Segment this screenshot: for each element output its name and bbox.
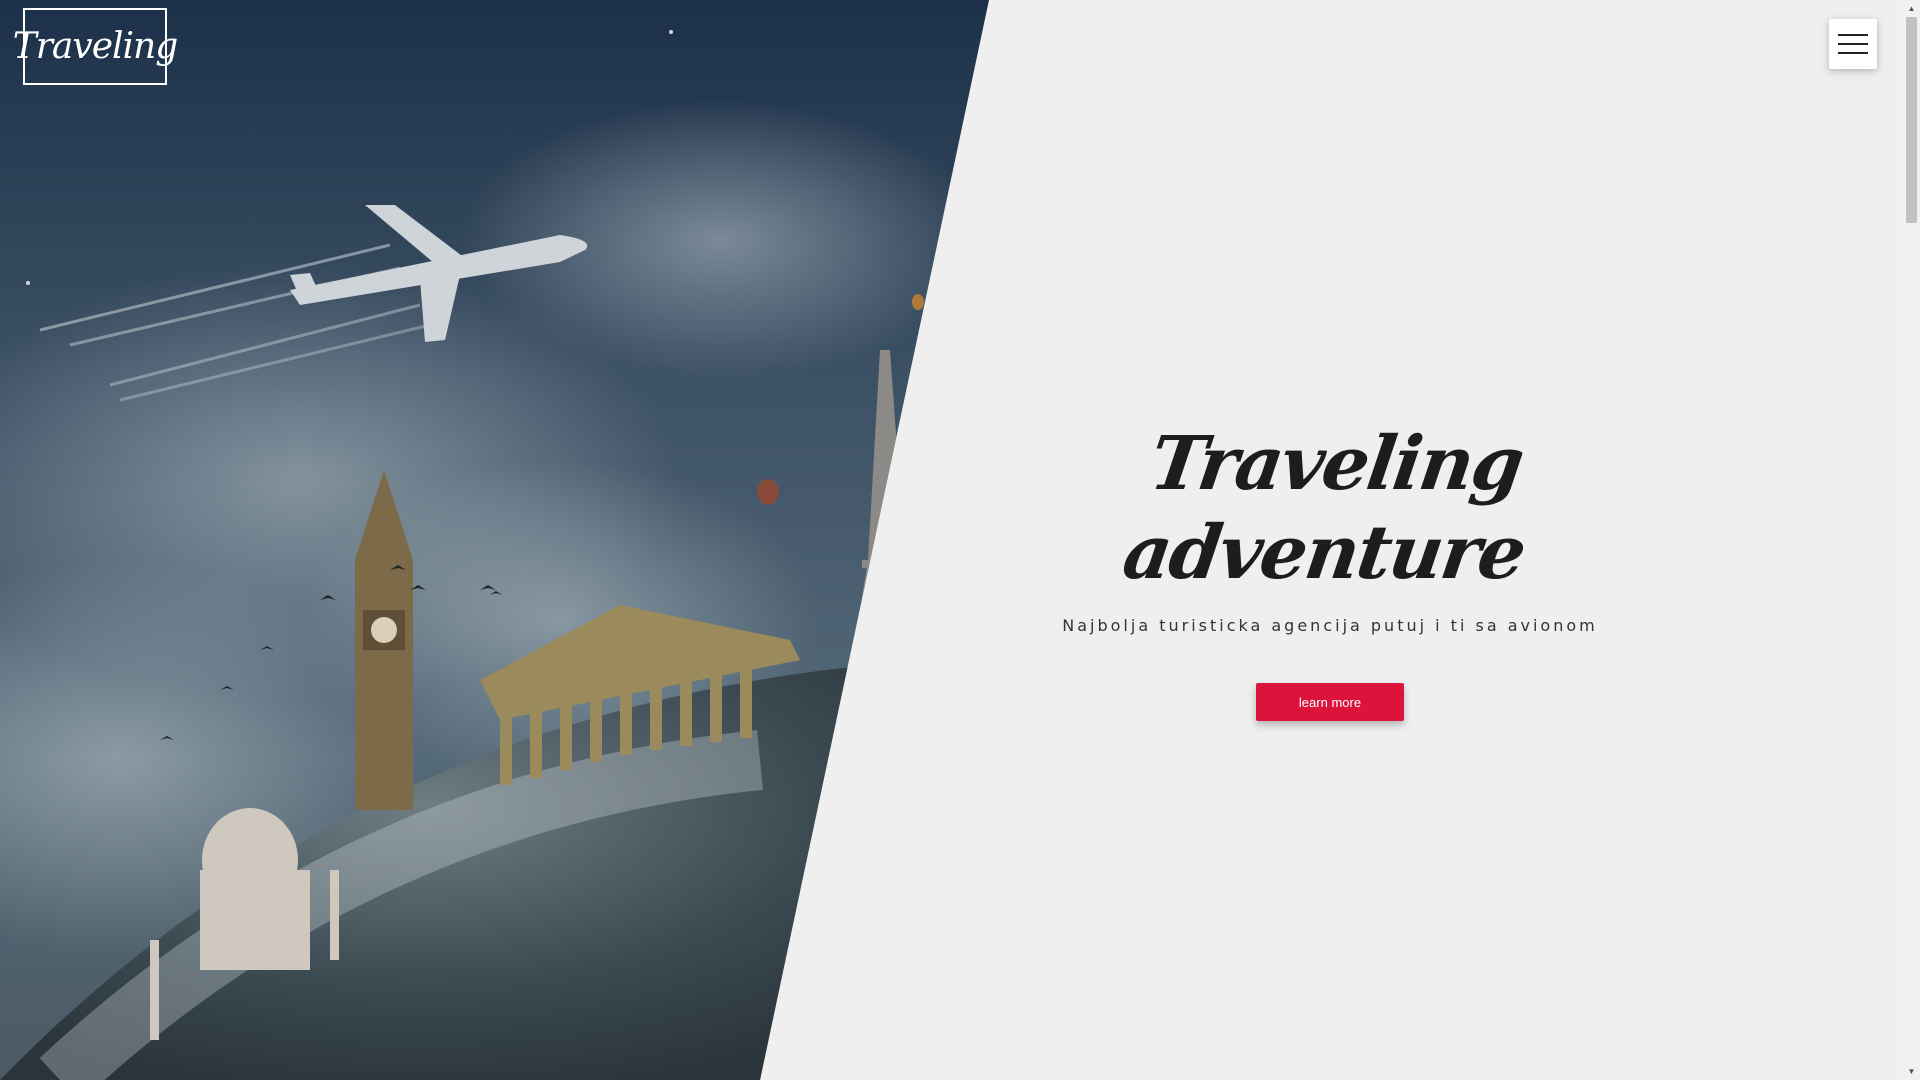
hamburger-menu-icon-bar-top bbox=[1838, 34, 1868, 36]
scroll-up-arrow-icon[interactable]: ▲ bbox=[1903, 0, 1920, 17]
hero-subtitle: Najbolja turisticka agencija putuj i ti … bbox=[1062, 615, 1598, 635]
hamburger-menu-button[interactable] bbox=[1829, 19, 1877, 69]
scroll-down-arrow-icon[interactable]: ▼ bbox=[1903, 1063, 1920, 1080]
logo-text: Traveling bbox=[12, 26, 179, 67]
hero-travel-image bbox=[0, 0, 989, 1080]
hero-title: Traveling adventure bbox=[1117, 421, 1530, 596]
vertical-scrollbar[interactable]: ▲ ▼ bbox=[1903, 0, 1920, 1080]
hamburger-menu-icon-bar-bottom bbox=[1838, 52, 1868, 54]
landing-page: Traveling Traveling adventure Najbolja t… bbox=[0, 0, 1920, 1080]
scrollbar-thumb[interactable] bbox=[1906, 17, 1917, 223]
site-logo[interactable]: Traveling bbox=[13, 8, 178, 85]
hero-content: Traveling adventure Najbolja turisticka … bbox=[1030, 420, 1630, 721]
hamburger-menu-icon-bar-middle bbox=[1838, 43, 1868, 45]
learn-more-button[interactable]: learn more bbox=[1256, 682, 1404, 721]
